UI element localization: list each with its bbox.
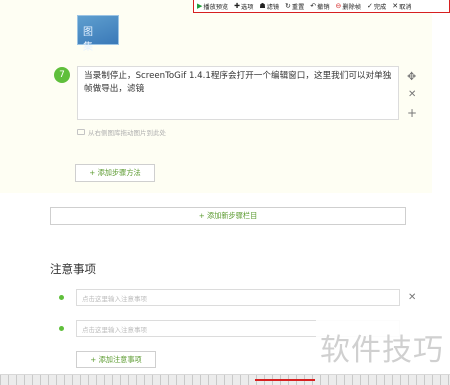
filter-icon: ☗ <box>259 1 266 10</box>
note-input[interactable]: 点击这里输入注意事项 <box>76 289 400 306</box>
close-icon: ✕ <box>392 1 399 10</box>
toolbar-filter[interactable]: ☗ 滤镜 <box>259 2 279 11</box>
delete-note-icon[interactable]: ✕ <box>408 293 416 303</box>
toolbar-done[interactable]: ✓ 完成 <box>367 2 386 11</box>
step-image-thumbnail[interactable]: 图 集 <box>77 15 119 53</box>
toolbar-cancel[interactable]: ✕ 取消 <box>392 2 411 11</box>
toolbar-play-preview[interactable]: ▶ 播放预览 <box>197 2 228 11</box>
image-icon <box>77 129 85 135</box>
add-step-method-button[interactable]: + 添加步骤方法 <box>75 164 155 182</box>
editor-page: 图 集 ▶ 播放预览 ✚ 选项 ☗ 滤镜 ↻ 重置 ↶ 撤销 ⊖ 删除帧 ✓ 完成 ✕ 取消 7… <box>0 0 450 385</box>
move-icon[interactable]: ✥ <box>407 71 416 82</box>
toolbar-undo[interactable]: ↶ 撤销 <box>310 2 329 11</box>
toolbar-label: 撤销 <box>317 3 330 11</box>
toolbar-label: 删除帧 <box>342 3 361 11</box>
toolbar-options[interactable]: ✚ 选项 <box>234 2 253 11</box>
add-note-button[interactable]: + 添加注意事项 <box>76 351 156 368</box>
toolbar-label: 重置 <box>291 3 305 11</box>
toolbar-label: 播放预览 <box>203 3 229 11</box>
add-new-step-section-button[interactable]: + 添加新步骤栏目 <box>50 207 406 225</box>
timeline-strip[interactable] <box>0 374 450 385</box>
reset-icon: ↻ <box>285 1 291 10</box>
screentogif-toolbar: ▶ 播放预览 ✚ 选项 ☗ 滤镜 ↻ 重置 ↶ 撤销 ⊖ 删除帧 ✓ 完成 ✕ 取消 <box>193 0 450 13</box>
image-upload-hint[interactable]: 从右侧图库拖动图片到此处 <box>77 127 166 137</box>
add-step-icon[interactable]: + <box>407 107 417 119</box>
step-text-editor[interactable]: 当录制停止，ScreenToGif 1.4.1程序会打开一个编辑窗口，这里我们可… <box>77 66 399 120</box>
bullet-dot <box>59 326 64 331</box>
watermark: 软件技巧 <box>316 317 450 377</box>
upload-hint-text: 从右侧图库拖动图片到此处 <box>88 129 166 137</box>
thumbnail-text: 图 集 <box>83 27 97 53</box>
step-number-badge: 7 <box>54 67 70 83</box>
toolbar-label: 选项 <box>241 3 254 11</box>
bullet-dot <box>59 295 64 300</box>
play-icon: ▶ <box>197 1 203 10</box>
delete-icon: ⊖ <box>335 1 342 10</box>
toolbar-label: 滤镜 <box>266 3 280 11</box>
toolbar-reset[interactable]: ↻ 重置 <box>285 2 304 11</box>
delete-step-icon[interactable]: ✕ <box>408 90 416 100</box>
toolbar-label: 取消 <box>399 3 412 11</box>
toolbar-delete-frame[interactable]: ⊖ 删除帧 <box>336 2 361 11</box>
check-icon: ✓ <box>366 1 373 10</box>
plus-icon: ✚ <box>234 1 241 10</box>
toolbar-label: 完成 <box>373 3 387 11</box>
timeline-selection-marker <box>255 379 315 381</box>
undo-icon: ↶ <box>310 1 317 10</box>
notes-title: 注意事项 <box>50 262 96 276</box>
